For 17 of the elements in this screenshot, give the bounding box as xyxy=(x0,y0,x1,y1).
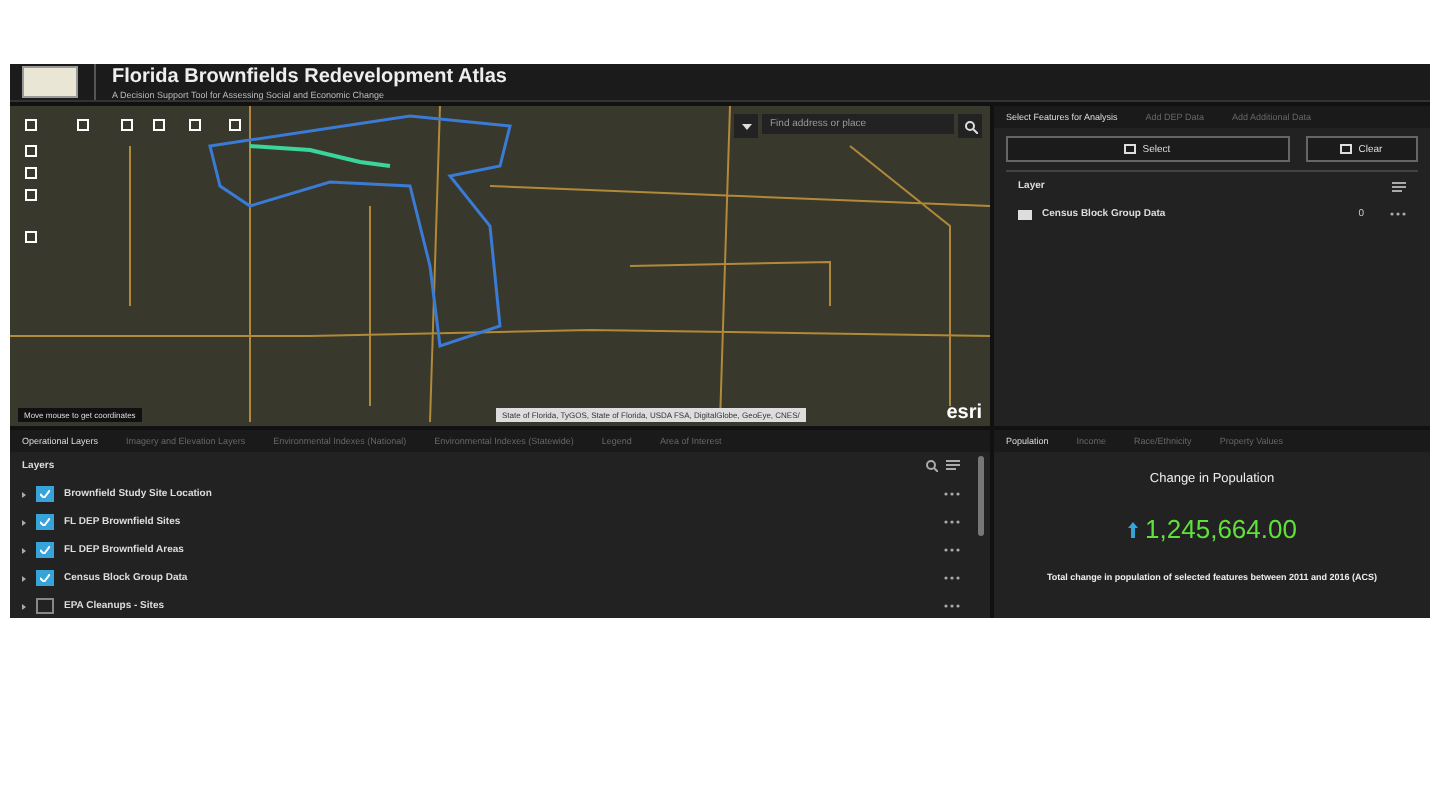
app-title: Florida Brownfields Redevelopment Atlas xyxy=(112,65,507,87)
search-icon[interactable] xyxy=(958,114,982,138)
clear-icon xyxy=(1340,144,1353,154)
up-arrow-icon xyxy=(1127,521,1138,537)
list-icon[interactable] xyxy=(946,460,960,470)
layer-checkbox[interactable] xyxy=(36,486,54,502)
caret-icon[interactable] xyxy=(734,114,758,138)
layer-checkbox[interactable] xyxy=(36,542,54,558)
layer-checkbox[interactable] xyxy=(36,514,54,530)
layer-checkbox[interactable] xyxy=(36,598,54,614)
layer-checkbox[interactable] xyxy=(36,570,54,586)
table-icon xyxy=(1018,209,1032,219)
stat-value: 1,245,664.00 xyxy=(1145,514,1297,544)
select-icon xyxy=(1124,144,1137,154)
list-icon[interactable] xyxy=(1392,181,1406,191)
esri-logo: esri xyxy=(946,402,982,424)
search-icon[interactable] xyxy=(926,460,938,472)
